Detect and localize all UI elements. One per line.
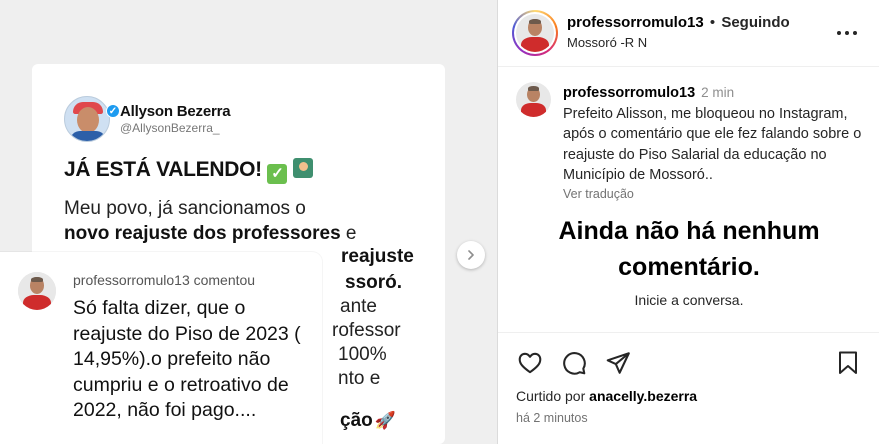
- comment-button[interactable]: [560, 349, 588, 377]
- tweet-author-name: Allyson Bezerra: [120, 103, 231, 120]
- rocket-emoji-icon: 🚀: [374, 411, 396, 431]
- no-comments-title: Ainda não há nenhum comentário.: [558, 217, 820, 281]
- see-translation-link[interactable]: Ver tradução: [563, 187, 864, 201]
- next-slide-button[interactable]: [457, 241, 485, 269]
- post-actions: Curtido por anacelly.bezerra há 2 minuto…: [498, 332, 879, 444]
- tweet-fragment: reajuste: [341, 246, 414, 267]
- caption-time: 2 min: [701, 85, 735, 100]
- profile-avatar: [516, 14, 554, 52]
- post-header: professorromulo13 • Seguindo Mossoró -R …: [498, 0, 879, 67]
- post-timestamp[interactable]: há 2 minutos: [516, 411, 588, 425]
- tweet-fragment: ante: [340, 296, 377, 317]
- overlay-meta: professorromulo13 comentou: [73, 272, 256, 288]
- comment-overlay: professorromulo13 comentou Só falta dize…: [0, 252, 322, 444]
- follow-status-button[interactable]: Seguindo: [721, 14, 789, 31]
- tweet-body: Meu povo, já sancionamos o novo reajuste…: [64, 198, 357, 244]
- verified-badge-icon: ✓: [106, 104, 120, 118]
- post-caption: professorromulo13 2 min Prefeito Alisson,…: [498, 68, 879, 201]
- tweet-author-handle: @AllysonBezerra_: [120, 121, 220, 135]
- caption-avatar[interactable]: [516, 82, 551, 117]
- tweet-fragment: rofessor: [332, 320, 401, 341]
- tweet-author-avatar: [64, 96, 110, 142]
- tweet-fragment: ção 🚀: [340, 410, 396, 431]
- save-button[interactable]: [834, 349, 862, 377]
- header-separator: •: [709, 14, 716, 31]
- bookmark-icon: [839, 351, 857, 374]
- tweet-fragment: 100%: [338, 344, 387, 365]
- liked-by-user[interactable]: anacelly.bezerra: [589, 388, 697, 404]
- commenter-avatar: [18, 272, 56, 310]
- post-location[interactable]: Mossoró -R N: [567, 35, 647, 50]
- tweet-header: Allyson Bezerra @AllysonBezerra_: [64, 96, 425, 142]
- post-media: Allyson Bezerra @AllysonBezerra_ ✓ JÁ ES…: [0, 0, 497, 444]
- tweet-fragment: ssoró.: [345, 272, 403, 293]
- share-button[interactable]: [604, 349, 632, 377]
- like-button[interactable]: [516, 349, 544, 377]
- teacher-emoji-icon: [292, 158, 313, 178]
- story-ring[interactable]: [512, 10, 558, 56]
- header-username[interactable]: professorromulo13: [567, 14, 704, 31]
- more-icon[interactable]: [837, 23, 857, 43]
- liked-by: Curtido por anacelly.bezerra: [516, 388, 698, 404]
- check-emoji-icon: ✓: [267, 164, 288, 184]
- chevron-right-icon: [468, 250, 474, 260]
- comment-icon: [563, 352, 586, 375]
- tweet-headline: JÁ ESTÁ VALENDO! ✓: [64, 158, 425, 184]
- overlay-comment: Só falta dizer, que o reajuste do Piso d…: [73, 297, 301, 421]
- caption-username[interactable]: professorromulo13: [563, 85, 695, 101]
- share-icon: [606, 352, 630, 374]
- heart-icon: [518, 352, 542, 374]
- start-conversation-text: Inicie a conversa.: [634, 292, 744, 308]
- caption-text: Prefeito Alisson, me bloqueou no Instagr…: [563, 105, 862, 184]
- tweet-fragment: nto e: [338, 368, 381, 389]
- post-sidebar: professorromulo13 • Seguindo Mossoró -R …: [497, 0, 879, 444]
